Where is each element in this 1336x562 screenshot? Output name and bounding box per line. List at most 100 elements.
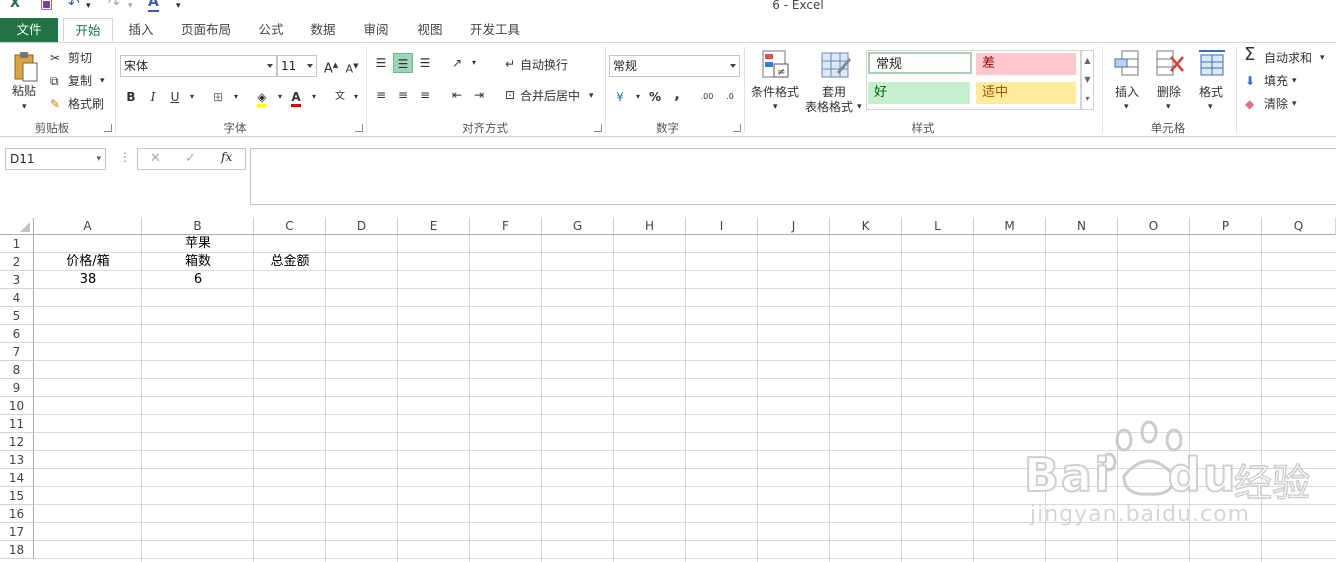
column-header-h[interactable]: H bbox=[614, 218, 686, 235]
increase-indent-icon[interactable]: ⇥ bbox=[469, 85, 489, 105]
merge-center-button[interactable]: 合并后居中 bbox=[520, 88, 580, 104]
cancel-icon[interactable]: ✕ bbox=[150, 151, 161, 166]
cut-button[interactable]: 剪切 bbox=[68, 50, 92, 66]
paste-button[interactable]: 粘贴 bbox=[12, 83, 36, 99]
column-header-c[interactable]: C bbox=[254, 218, 326, 235]
row-header-13[interactable]: 13 bbox=[0, 451, 34, 469]
format-cells-icon[interactable] bbox=[1197, 49, 1227, 79]
font-name-select[interactable]: 宋体 bbox=[120, 55, 277, 77]
clear-icon[interactable]: ◆ bbox=[1245, 96, 1254, 112]
merge-dropdown-icon[interactable]: ▾ bbox=[589, 88, 594, 104]
style-good[interactable]: 好 bbox=[868, 82, 970, 104]
style-normal[interactable]: 常规 bbox=[868, 52, 972, 74]
cell-b2[interactable]: 箱数 bbox=[142, 253, 254, 271]
delete-cells-icon[interactable] bbox=[1155, 49, 1185, 79]
column-header-n[interactable]: N bbox=[1046, 218, 1118, 235]
format-dropdown-icon[interactable]: ▾ bbox=[1208, 99, 1213, 115]
scroll-up-icon[interactable]: ▲ bbox=[1082, 51, 1093, 70]
number-format-select[interactable]: 常规 bbox=[609, 55, 740, 77]
orientation-dropdown-icon[interactable]: ▾ bbox=[464, 53, 484, 73]
column-header-o[interactable]: O bbox=[1118, 218, 1190, 235]
format-painter-icon[interactable]: ✎ bbox=[50, 96, 60, 112]
formula-input[interactable] bbox=[250, 148, 1336, 205]
tab-home[interactable]: 开始 bbox=[63, 18, 113, 42]
tab-file[interactable]: 文件 bbox=[0, 18, 58, 42]
fill-button[interactable]: 填充 bbox=[1264, 73, 1288, 89]
cell-c2[interactable]: 总金额 bbox=[254, 253, 326, 271]
row-header-8[interactable]: 8 bbox=[0, 361, 34, 379]
tab-insert[interactable]: 插入 bbox=[118, 18, 164, 42]
comma-button[interactable]: , bbox=[667, 85, 687, 105]
style-bad[interactable]: 差 bbox=[976, 53, 1076, 75]
cell-a2[interactable]: 价格/箱 bbox=[34, 253, 142, 271]
decrease-font-icon[interactable]: A▼ bbox=[342, 56, 362, 76]
underline-dropdown-icon[interactable]: ▾ bbox=[182, 87, 202, 107]
column-header-l[interactable]: L bbox=[902, 218, 974, 235]
column-header-d[interactable]: D bbox=[326, 218, 398, 235]
row-header-14[interactable]: 14 bbox=[0, 469, 34, 487]
column-header-q[interactable]: Q bbox=[1262, 218, 1336, 235]
insert-function-button[interactable]: fx bbox=[221, 150, 232, 164]
merge-center-icon[interactable]: ⊡ bbox=[500, 85, 520, 105]
autosum-icon[interactable]: Σ bbox=[1244, 46, 1255, 64]
percent-button[interactable]: % bbox=[645, 87, 665, 107]
name-box[interactable]: D11 ▾ bbox=[5, 148, 106, 170]
tab-page-layout[interactable]: 页面布局 bbox=[174, 18, 238, 42]
align-bottom-icon[interactable]: ☰ bbox=[415, 53, 435, 73]
font-launcher-icon[interactable] bbox=[355, 124, 363, 132]
row-header-12[interactable]: 12 bbox=[0, 433, 34, 451]
align-top-icon[interactable]: ☰ bbox=[371, 53, 391, 73]
insert-cells-button[interactable]: 插入 bbox=[1115, 84, 1139, 100]
formula-bar-grip-icon[interactable]: ⋮ bbox=[119, 150, 131, 164]
copy-dropdown-icon[interactable]: ▾ bbox=[100, 73, 105, 89]
styles-scrollbar[interactable]: ▲ ▼ ▾ bbox=[1081, 50, 1094, 110]
cell-a3[interactable]: 38 bbox=[34, 271, 142, 289]
conditional-dropdown-icon[interactable]: ▾ bbox=[773, 99, 778, 115]
paste-dropdown-icon[interactable]: ▾ bbox=[22, 99, 27, 115]
row-header-9[interactable]: 9 bbox=[0, 379, 34, 397]
column-header-g[interactable]: G bbox=[542, 218, 614, 235]
cell-b3[interactable]: 6 bbox=[142, 271, 254, 289]
font-color-button-icon[interactable]: A bbox=[286, 87, 306, 107]
phonetic-dropdown-icon[interactable]: ▾ bbox=[346, 87, 366, 107]
column-header-m[interactable]: M bbox=[974, 218, 1046, 235]
cut-icon[interactable]: ✂ bbox=[50, 50, 60, 66]
font-size-select[interactable]: 11 bbox=[277, 55, 317, 77]
tab-developer[interactable]: 开发工具 bbox=[462, 18, 528, 42]
decrease-indent-icon[interactable]: ⇤ bbox=[447, 85, 467, 105]
bold-button[interactable]: B bbox=[121, 87, 141, 107]
clear-dropdown-icon[interactable]: ▾ bbox=[1292, 96, 1297, 112]
delete-cells-button[interactable]: 删除 bbox=[1157, 84, 1181, 100]
wrap-text-icon[interactable]: ↵ bbox=[500, 54, 520, 74]
clipboard-launcher-icon[interactable] bbox=[104, 124, 112, 132]
row-header-1[interactable]: 1 bbox=[0, 235, 34, 253]
paste-icon[interactable] bbox=[12, 51, 38, 83]
column-header-a[interactable]: A bbox=[34, 218, 142, 235]
number-launcher-icon[interactable] bbox=[733, 124, 741, 132]
row-header-10[interactable]: 10 bbox=[0, 397, 34, 415]
column-header-i[interactable]: I bbox=[686, 218, 758, 235]
autosum-dropdown-icon[interactable]: ▾ bbox=[1320, 50, 1325, 66]
conditional-format-icon[interactable]: ≠ bbox=[761, 49, 791, 81]
tab-formulas[interactable]: 公式 bbox=[250, 18, 292, 42]
format-as-table-label-1[interactable]: 套用 bbox=[822, 84, 846, 100]
column-header-j[interactable]: J bbox=[758, 218, 830, 235]
row-header-4[interactable]: 4 bbox=[0, 289, 34, 307]
decrease-decimal-icon[interactable]: .0 bbox=[720, 87, 740, 107]
column-header-k[interactable]: K bbox=[830, 218, 902, 235]
column-header-e[interactable]: E bbox=[398, 218, 470, 235]
insert-dropdown-icon[interactable]: ▾ bbox=[1124, 99, 1129, 115]
wrap-text-button[interactable]: 自动换行 bbox=[520, 57, 568, 73]
row-header-7[interactable]: 7 bbox=[0, 343, 34, 361]
align-middle-icon[interactable]: ☰ bbox=[393, 53, 413, 73]
column-header-f[interactable]: F bbox=[470, 218, 542, 235]
format-painter-button[interactable]: 格式刷 bbox=[68, 96, 104, 112]
italic-button[interactable]: I bbox=[143, 87, 163, 107]
border-dropdown-icon[interactable]: ▾ bbox=[226, 87, 246, 107]
row-header-15[interactable]: 15 bbox=[0, 487, 34, 505]
row-header-16[interactable]: 16 bbox=[0, 505, 34, 523]
more-styles-icon[interactable]: ▾ bbox=[1082, 89, 1093, 108]
cell-b1[interactable]: 苹果 bbox=[142, 235, 254, 253]
format-as-table-label-2[interactable]: 表格格式 bbox=[805, 99, 853, 115]
format-as-table-dropdown-icon[interactable]: ▾ bbox=[857, 99, 862, 115]
